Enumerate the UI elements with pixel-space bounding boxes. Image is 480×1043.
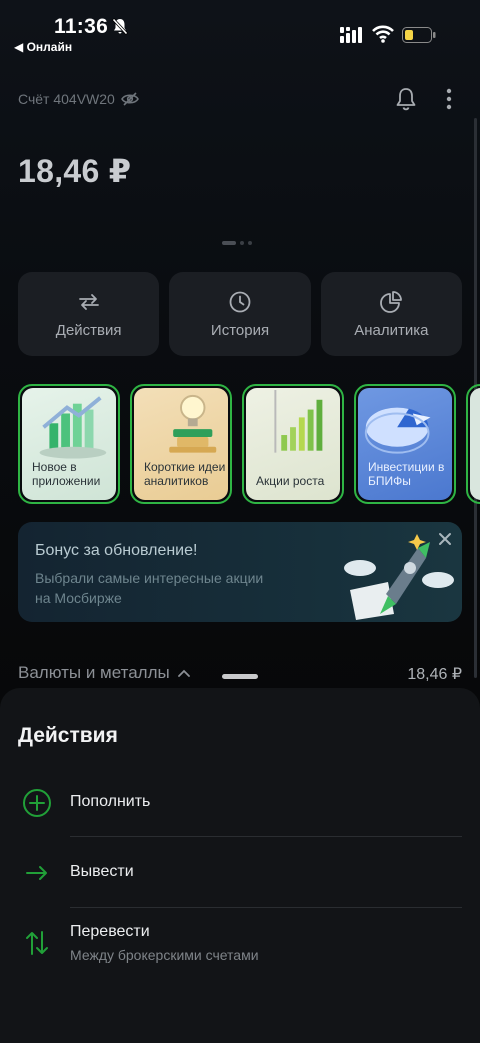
status-time: 11:36: [54, 15, 109, 38]
history-label: История: [210, 321, 270, 339]
rocket-illustration: [344, 534, 454, 620]
notifications-bell-icon[interactable]: [393, 86, 419, 112]
divider: [70, 907, 462, 908]
actions-button[interactable]: Действия: [18, 272, 160, 356]
deposit-label: Пополнить: [70, 793, 151, 810]
account-label: Счёт 404VW20: [18, 91, 115, 107]
swap-vertical-icon: [26, 931, 48, 955]
currencies-label: Валюты и металлы: [18, 663, 170, 682]
sheet-grabber[interactable]: [222, 674, 258, 679]
chevron-up-icon: [177, 669, 190, 677]
stories-carousel: Новое в приложении Короткие идеи аналити…: [18, 384, 480, 504]
analytics-button[interactable]: Аналитика: [320, 272, 462, 356]
analytics-label: Аналитика: [354, 321, 429, 339]
battery-icon: [402, 27, 436, 43]
growth-bars-illustration: [274, 389, 323, 453]
silent-mode-icon: [112, 18, 128, 36]
wifi-icon: [372, 25, 394, 43]
currencies-value: 18,46 ₽: [407, 666, 462, 683]
bar-chart-illustration: [39, 396, 107, 459]
page-indicator: [222, 241, 252, 245]
sheet-title: Действия: [18, 724, 118, 747]
story-new-in-app[interactable]: Новое в приложении: [18, 384, 120, 504]
story-label: Короткие идеи аналитиков: [144, 460, 226, 488]
plus-circle-icon: [23, 789, 51, 817]
close-icon[interactable]: [438, 532, 452, 546]
account-selector[interactable]: Счёт 404VW20: [18, 91, 139, 107]
back-to-app-link[interactable]: ◀ Онлайн: [14, 40, 72, 54]
status-bar: 11:36 ◀ Онлайн: [0, 0, 480, 64]
story-label: Акции роста: [256, 474, 325, 488]
clock-icon: [229, 291, 251, 312]
account-balance: 18,46 ₽: [18, 153, 132, 189]
quick-actions: Действия История Аналитика: [18, 272, 462, 356]
history-button[interactable]: История: [169, 272, 311, 356]
story-analyst-ideas[interactable]: Короткие идеи аналитиков: [130, 384, 232, 504]
cellular-signal-icon: [340, 27, 362, 43]
withdraw-label: Вывести: [70, 863, 134, 880]
pie-illustration: [364, 407, 431, 454]
withdraw-action[interactable]: Вывести: [0, 838, 480, 908]
arrow-right-icon: [26, 866, 47, 880]
transfer-subtitle: Между брокерскими счетами: [70, 947, 259, 963]
transfer-action[interactable]: Перевести Между брокерскими счетами: [0, 910, 480, 980]
promo-title: Бонус за обновление!: [35, 542, 198, 559]
deposit-action[interactable]: Пополнить: [0, 768, 480, 838]
transfer-label: Перевести: [70, 923, 150, 940]
divider: [70, 836, 462, 837]
pie-chart-icon: [380, 290, 403, 313]
actions-bottom-sheet: Действия Пополнить Вывести Перевести Меж…: [0, 688, 480, 1043]
hide-balance-icon[interactable]: [120, 92, 139, 106]
story-growth-stocks[interactable]: Акции роста: [242, 384, 344, 504]
currencies-section-header[interactable]: Валюты и металлы 18,46 ₽: [18, 663, 462, 683]
transfer-arrows-icon: [78, 293, 99, 310]
story-label: Новое в приложении: [32, 460, 101, 488]
story-etf-investments[interactable]: Инвестиции в БПИФы: [354, 384, 456, 504]
actions-label: Действия: [55, 321, 122, 339]
promo-subtitle: Выбрали самые интересные акции на Мосбир…: [35, 570, 264, 606]
lightbulb-illustration: [169, 394, 217, 453]
story-partial[interactable]: [466, 384, 480, 504]
more-menu-icon[interactable]: [441, 88, 457, 110]
promo-banner[interactable]: Бонус за обновление! Выбрали самые интер…: [18, 522, 462, 622]
story-label: Инвестиции в БПИФы: [368, 460, 445, 488]
